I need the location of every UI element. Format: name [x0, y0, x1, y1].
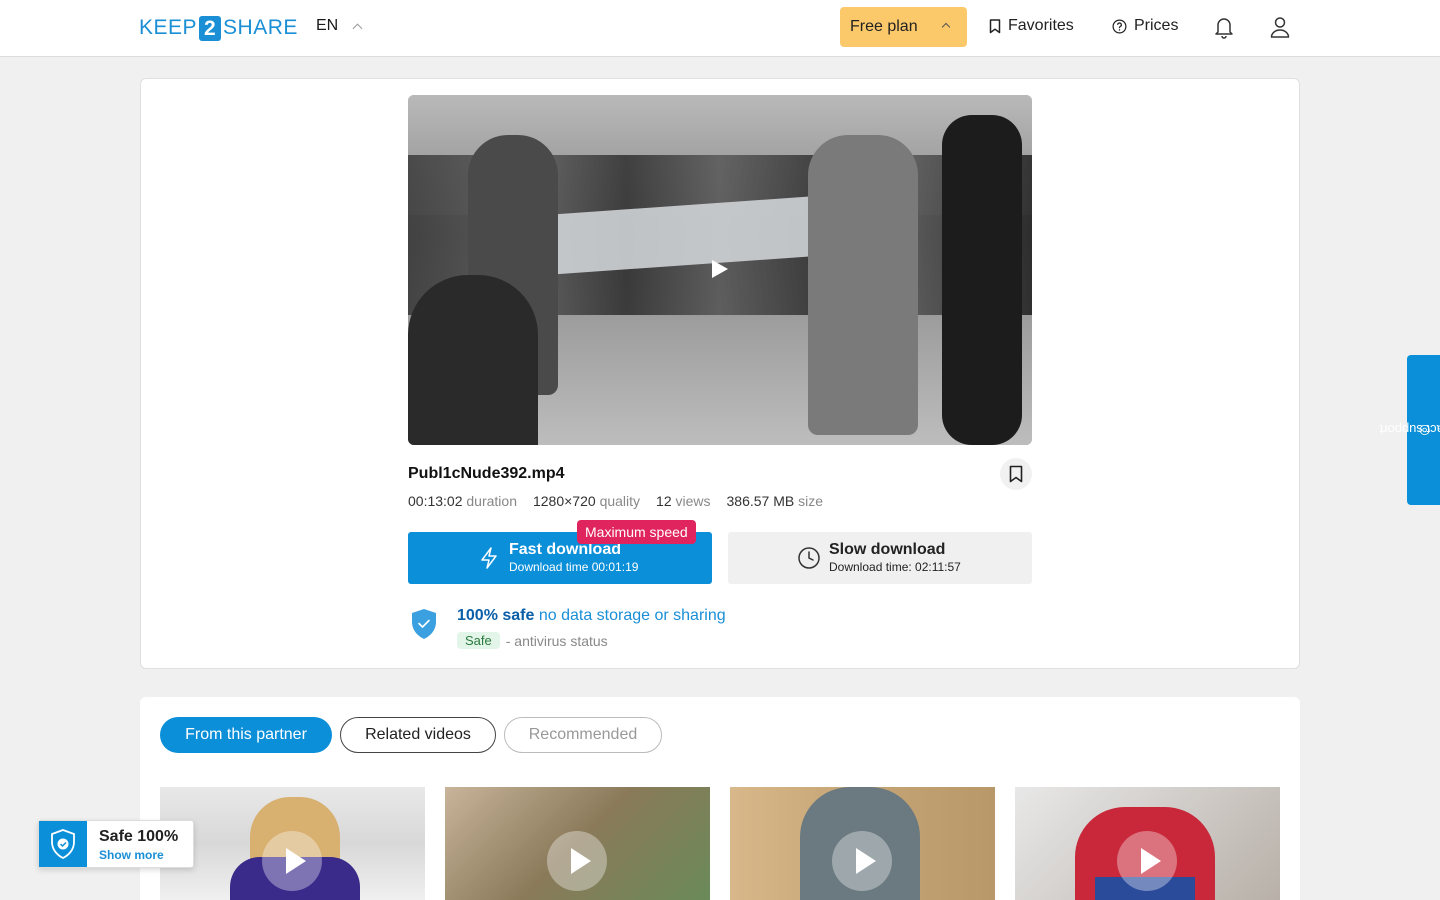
- prices-link[interactable]: Prices: [1112, 17, 1178, 35]
- logo-text-left: KEEP: [139, 16, 198, 39]
- help-circle-icon: [1112, 19, 1127, 33]
- play-icon[interactable]: [712, 260, 728, 278]
- slow-download-time: Download time: 02:11:57: [829, 560, 961, 574]
- video-thumbnail[interactable]: [1015, 787, 1280, 900]
- file-meta: 00:13:02 duration 1280×720 quality 12 vi…: [408, 493, 823, 509]
- bell-icon: [1215, 18, 1233, 39]
- top-header: KEEP 2 SHARE EN Free plan Favorites Pric…: [0, 0, 1440, 57]
- antivirus-status-text: - antivirus status: [505, 632, 608, 649]
- play-icon[interactable]: [1117, 831, 1177, 891]
- clock-icon: [798, 547, 820, 569]
- slow-download-button[interactable]: Slow download Download time: 02:11:57: [728, 532, 1032, 584]
- meta-quality: 1280×720 quality: [532, 493, 641, 509]
- fast-download-text: Fast download Download time 00:01:19: [509, 541, 638, 575]
- show-more-link[interactable]: Show more: [99, 848, 164, 862]
- logo-text-mid: 2: [199, 15, 222, 41]
- notifications-button[interactable]: [1212, 14, 1236, 40]
- file-name: Publ1cNude392.mp4: [408, 465, 565, 482]
- slow-download-label: Slow download: [829, 541, 946, 558]
- bookmark-icon: [989, 18, 1001, 33]
- video-frame-figure: [942, 115, 1022, 445]
- bookmark-icon: [1009, 465, 1023, 483]
- contact-support-tab[interactable]: ◎ contact support: [1379, 355, 1440, 505]
- safe-shield-icon: [410, 608, 438, 645]
- keep2share-logo[interactable]: KEEP 2 SHARE: [139, 15, 298, 41]
- meta-views: 12 views: [656, 493, 711, 509]
- video-frame-figure: [808, 135, 918, 435]
- play-icon[interactable]: [262, 831, 322, 891]
- safety-headline: 100% safe no data storage or sharing: [457, 607, 726, 624]
- lightning-icon: [481, 547, 497, 569]
- meta-duration: 00:13:02 duration: [408, 493, 517, 509]
- tab-from-this-partner[interactable]: From this partner: [160, 717, 332, 753]
- favorites-link[interactable]: Favorites: [989, 17, 1074, 35]
- free-plan-button[interactable]: Free plan: [840, 7, 967, 47]
- shield-check-icon: [39, 821, 87, 867]
- video-thumbnail[interactable]: [160, 787, 425, 900]
- logo-text-right: SHARE: [223, 16, 298, 39]
- account-button[interactable]: [1268, 14, 1292, 40]
- play-icon[interactable]: [832, 831, 892, 891]
- favorites-label: Favorites: [1008, 17, 1074, 34]
- fast-download-time: Download time 00:01:19: [509, 560, 639, 574]
- slow-download-text: Slow download Download time: 02:11:57: [829, 541, 961, 575]
- safe-widget-title: Safe 100%: [99, 828, 179, 845]
- chevron-up-icon: [352, 23, 363, 33]
- video-thumbnail[interactable]: [730, 787, 995, 900]
- prices-label: Prices: [1134, 17, 1179, 34]
- user-icon: [1270, 17, 1290, 38]
- language-selector[interactable]: EN: [316, 17, 363, 35]
- video-thumbnail[interactable]: [445, 787, 710, 900]
- language-label: EN: [316, 17, 339, 34]
- play-icon[interactable]: [547, 831, 607, 891]
- safe-widget[interactable]: Safe 100% Show more: [38, 820, 194, 868]
- video-frame-figure: [408, 275, 538, 445]
- chevron-up-icon: [941, 22, 951, 32]
- safe-status-pill: Safe: [457, 632, 500, 649]
- maximum-speed-badge: Maximum speed: [577, 520, 696, 544]
- antivirus-status: Safe - antivirus status: [457, 632, 608, 649]
- tab-recommended[interactable]: Recommended: [504, 717, 662, 753]
- tab-related-videos[interactable]: Related videos: [340, 717, 496, 753]
- add-to-favorites-button[interactable]: [1000, 458, 1032, 490]
- plan-label: Free plan: [850, 18, 918, 35]
- meta-size: 386.57 MB size: [726, 493, 824, 509]
- contact-support-label: ◎ contact support: [1379, 422, 1440, 438]
- video-player[interactable]: [408, 95, 1032, 445]
